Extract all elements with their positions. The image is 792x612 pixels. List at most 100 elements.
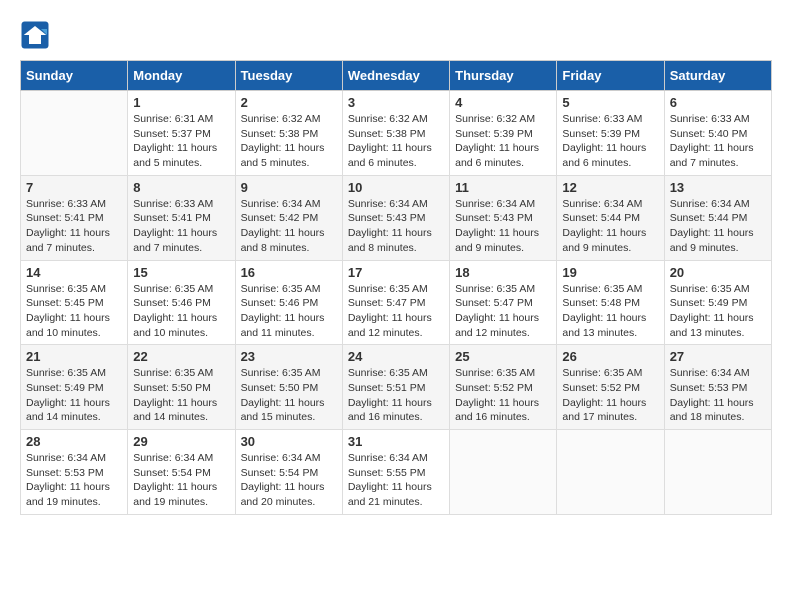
day-number: 4 <box>455 95 551 110</box>
calendar-cell: 13Sunrise: 6:34 AMSunset: 5:44 PMDayligh… <box>664 175 771 260</box>
cell-line: Daylight: 11 hours and 10 minutes. <box>26 311 122 340</box>
cell-content: Sunrise: 6:35 AMSunset: 5:46 PMDaylight:… <box>133 282 229 341</box>
cell-content: Sunrise: 6:34 AMSunset: 5:43 PMDaylight:… <box>348 197 444 256</box>
cell-line: Sunrise: 6:31 AM <box>133 112 229 127</box>
cell-line: Daylight: 11 hours and 7 minutes. <box>133 226 229 255</box>
cell-line: Sunset: 5:41 PM <box>26 211 122 226</box>
calendar-cell: 2Sunrise: 6:32 AMSunset: 5:38 PMDaylight… <box>235 91 342 176</box>
cell-line: Daylight: 11 hours and 20 minutes. <box>241 480 337 509</box>
day-number: 28 <box>26 434 122 449</box>
cell-line: Daylight: 11 hours and 6 minutes. <box>562 141 658 170</box>
cell-line: Daylight: 11 hours and 17 minutes. <box>562 396 658 425</box>
cell-line: Sunrise: 6:35 AM <box>348 366 444 381</box>
day-number: 25 <box>455 349 551 364</box>
day-number: 27 <box>670 349 766 364</box>
cell-line: Daylight: 11 hours and 9 minutes. <box>670 226 766 255</box>
cell-line: Daylight: 11 hours and 7 minutes. <box>670 141 766 170</box>
cell-line: Sunrise: 6:35 AM <box>241 366 337 381</box>
cell-line: Sunrise: 6:34 AM <box>562 197 658 212</box>
cell-line: Daylight: 11 hours and 18 minutes. <box>670 396 766 425</box>
cell-line: Sunset: 5:44 PM <box>670 211 766 226</box>
cell-line: Sunrise: 6:35 AM <box>133 366 229 381</box>
cell-content: Sunrise: 6:34 AMSunset: 5:42 PMDaylight:… <box>241 197 337 256</box>
cell-content: Sunrise: 6:35 AMSunset: 5:51 PMDaylight:… <box>348 366 444 425</box>
cell-line: Sunset: 5:48 PM <box>562 296 658 311</box>
cell-line: Sunset: 5:50 PM <box>241 381 337 396</box>
cell-content: Sunrise: 6:32 AMSunset: 5:38 PMDaylight:… <box>241 112 337 171</box>
cell-line: Sunset: 5:45 PM <box>26 296 122 311</box>
cell-line: Sunset: 5:50 PM <box>133 381 229 396</box>
day-number: 14 <box>26 265 122 280</box>
cell-content: Sunrise: 6:34 AMSunset: 5:54 PMDaylight:… <box>133 451 229 510</box>
cell-content: Sunrise: 6:33 AMSunset: 5:41 PMDaylight:… <box>133 197 229 256</box>
day-number: 18 <box>455 265 551 280</box>
calendar-table: SundayMondayTuesdayWednesdayThursdayFrid… <box>20 60 772 515</box>
calendar-cell <box>450 430 557 515</box>
day-number: 19 <box>562 265 658 280</box>
calendar-cell: 7Sunrise: 6:33 AMSunset: 5:41 PMDaylight… <box>21 175 128 260</box>
cell-line: Sunrise: 6:34 AM <box>241 451 337 466</box>
cell-line: Daylight: 11 hours and 14 minutes. <box>133 396 229 425</box>
cell-line: Sunrise: 6:34 AM <box>670 366 766 381</box>
cell-line: Daylight: 11 hours and 14 minutes. <box>26 396 122 425</box>
cell-line: Daylight: 11 hours and 11 minutes. <box>241 311 337 340</box>
day-header-wednesday: Wednesday <box>342 61 449 91</box>
cell-line: Sunset: 5:39 PM <box>562 127 658 142</box>
cell-line: Sunset: 5:43 PM <box>455 211 551 226</box>
cell-line: Sunset: 5:47 PM <box>455 296 551 311</box>
cell-content: Sunrise: 6:35 AMSunset: 5:47 PMDaylight:… <box>455 282 551 341</box>
cell-line: Sunrise: 6:35 AM <box>455 366 551 381</box>
page-header <box>20 20 772 50</box>
cell-line: Daylight: 11 hours and 5 minutes. <box>241 141 337 170</box>
calendar-cell: 27 Sunrise: 6:34 AMSunset: 5:53 PMDayligh… <box>664 345 771 430</box>
calendar-cell: 20Sunrise: 6:35 AMSunset: 5:49 PMDayligh… <box>664 260 771 345</box>
cell-line: Daylight: 11 hours and 21 minutes. <box>348 480 444 509</box>
cell-line: Sunset: 5:49 PM <box>26 381 122 396</box>
cell-content: Sunrise: 6:35 AMSunset: 5:49 PMDaylight:… <box>670 282 766 341</box>
cell-line: Sunrise: 6:35 AM <box>133 282 229 297</box>
cell-line: Daylight: 11 hours and 12 minutes. <box>455 311 551 340</box>
cell-line: Sunrise: 6:35 AM <box>26 366 122 381</box>
day-number: 30 <box>241 434 337 449</box>
day-number: 10 <box>348 180 444 195</box>
day-header-friday: Friday <box>557 61 664 91</box>
cell-content: Sunrise: 6:33 AMSunset: 5:40 PMDaylight:… <box>670 112 766 171</box>
cell-content: Sunrise: 6:35 AMSunset: 5:50 PMDaylight:… <box>133 366 229 425</box>
cell-line: Sunrise: 6:35 AM <box>670 282 766 297</box>
calendar-cell: 9 Sunrise: 6:34 AMSunset: 5:42 PMDaylight… <box>235 175 342 260</box>
cell-line: Sunset: 5:51 PM <box>348 381 444 396</box>
calendar-cell: 18 Sunrise: 6:35 AMSunset: 5:47 PMDayligh… <box>450 260 557 345</box>
logo <box>20 20 54 50</box>
calendar-cell: 4 Sunrise: 6:32 AMSunset: 5:39 PMDaylight… <box>450 91 557 176</box>
cell-content: Sunrise: 6:34 AMSunset: 5:53 PMDaylight:… <box>670 366 766 425</box>
cell-line: Daylight: 11 hours and 7 minutes. <box>26 226 122 255</box>
cell-line: Sunset: 5:46 PM <box>241 296 337 311</box>
cell-line: Daylight: 11 hours and 16 minutes. <box>348 396 444 425</box>
calendar-cell: 14Sunrise: 6:35 AMSunset: 5:45 PMDayligh… <box>21 260 128 345</box>
cell-content: Sunrise: 6:35 AMSunset: 5:52 PMDaylight:… <box>455 366 551 425</box>
day-number: 13 <box>670 180 766 195</box>
calendar-cell: 17Sunrise: 6:35 AMSunset: 5:47 PMDayligh… <box>342 260 449 345</box>
cell-content: Sunrise: 6:33 AMSunset: 5:39 PMDaylight:… <box>562 112 658 171</box>
calendar-cell: 29Sunrise: 6:34 AMSunset: 5:54 PMDayligh… <box>128 430 235 515</box>
calendar-cell: 28Sunrise: 6:34 AMSunset: 5:53 PMDayligh… <box>21 430 128 515</box>
calendar-cell <box>21 91 128 176</box>
cell-line: Sunset: 5:49 PM <box>670 296 766 311</box>
calendar-week-3: 14Sunrise: 6:35 AMSunset: 5:45 PMDayligh… <box>21 260 772 345</box>
cell-content: Sunrise: 6:32 AMSunset: 5:39 PMDaylight:… <box>455 112 551 171</box>
calendar-cell <box>557 430 664 515</box>
cell-line: Sunset: 5:53 PM <box>26 466 122 481</box>
day-number: 23 <box>241 349 337 364</box>
calendar-body: 1Sunrise: 6:31 AMSunset: 5:37 PMDaylight… <box>21 91 772 515</box>
cell-line: Sunset: 5:54 PM <box>133 466 229 481</box>
calendar-cell: 1Sunrise: 6:31 AMSunset: 5:37 PMDaylight… <box>128 91 235 176</box>
day-number: 9 <box>241 180 337 195</box>
day-number: 16 <box>241 265 337 280</box>
day-number: 7 <box>26 180 122 195</box>
cell-content: Sunrise: 6:34 AMSunset: 5:44 PMDaylight:… <box>562 197 658 256</box>
day-header-monday: Monday <box>128 61 235 91</box>
cell-line: Daylight: 11 hours and 8 minutes. <box>348 226 444 255</box>
calendar-cell <box>664 430 771 515</box>
cell-line: Daylight: 11 hours and 6 minutes. <box>455 141 551 170</box>
calendar-week-4: 21Sunrise: 6:35 AMSunset: 5:49 PMDayligh… <box>21 345 772 430</box>
